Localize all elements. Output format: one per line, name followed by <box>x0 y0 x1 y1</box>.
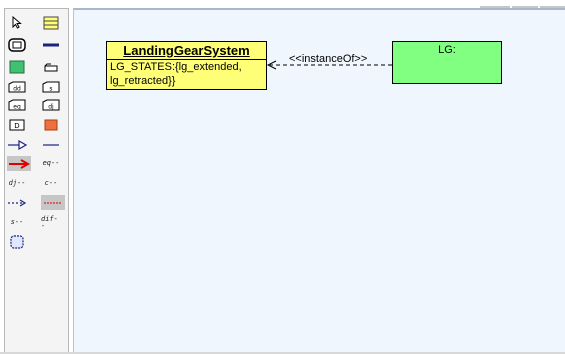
instance-name: LG: <box>438 44 456 56</box>
s-dependency-icon[interactable]: s-- <box>7 215 27 230</box>
generalization-arrow-icon[interactable] <box>7 137 27 152</box>
dj-dependency-icon[interactable]: dj-- <box>7 176 27 191</box>
dif-dependency-label: dif-- <box>41 214 58 230</box>
instance-of-stereotype: <<instanceOf>> <box>289 53 368 65</box>
class-divider <box>107 59 266 60</box>
diagram-icon-1[interactable]: dd <box>7 79 27 94</box>
d-box-icon[interactable]: D <box>7 117 27 132</box>
eq-dependency-icon[interactable]: eq-- <box>41 156 61 171</box>
tool-palette: dd s eq dj D eq-- dj-- c-- s-- dif-- <box>4 8 69 353</box>
eq-dependency-label: eq-- <box>42 159 60 167</box>
red-arrow-icon[interactable] <box>7 156 31 171</box>
class-attribute-line-1: LG_STATES:{lg_extended, <box>110 61 242 73</box>
svg-text:s: s <box>49 85 52 92</box>
small-rect-icon[interactable] <box>41 59 61 74</box>
select-arrow-icon[interactable] <box>7 15 27 30</box>
class-attribute-line-2: lg_retracted}} <box>110 75 176 87</box>
c-dependency-icon[interactable]: c-- <box>41 176 61 191</box>
dj-dependency-label: dj-- <box>8 179 26 187</box>
diagram-icon-2[interactable]: s <box>41 79 61 94</box>
dif-dependency-icon[interactable]: dif-- <box>41 215 61 230</box>
s-dependency-label: s-- <box>10 218 24 226</box>
diagram-icon-4[interactable]: dj <box>41 97 61 112</box>
solid-line-icon[interactable] <box>41 37 61 52</box>
package-icon[interactable] <box>7 37 27 52</box>
dashed-arrow-icon[interactable] <box>7 195 27 210</box>
svg-text:D: D <box>14 122 19 130</box>
landing-gear-system-class[interactable]: LandingGearSystem LG_STATES:{lg_extended… <box>106 41 267 90</box>
green-box-icon[interactable] <box>7 59 27 74</box>
svg-text:eq: eq <box>13 103 21 110</box>
boundary-icon[interactable] <box>7 234 27 249</box>
class-name: LandingGearSystem <box>123 43 250 58</box>
lg-instance-box[interactable]: LG: <box>392 41 502 84</box>
dotted-line-icon[interactable] <box>41 195 65 210</box>
note-icon[interactable] <box>41 15 61 30</box>
orange-box-icon[interactable] <box>41 117 61 132</box>
association-line-icon[interactable] <box>41 137 61 152</box>
svg-text:dj: dj <box>48 103 54 110</box>
c-dependency-label: c-- <box>44 179 58 187</box>
diagram-icon-3[interactable]: eq <box>7 97 27 112</box>
svg-text:dd: dd <box>13 85 21 92</box>
